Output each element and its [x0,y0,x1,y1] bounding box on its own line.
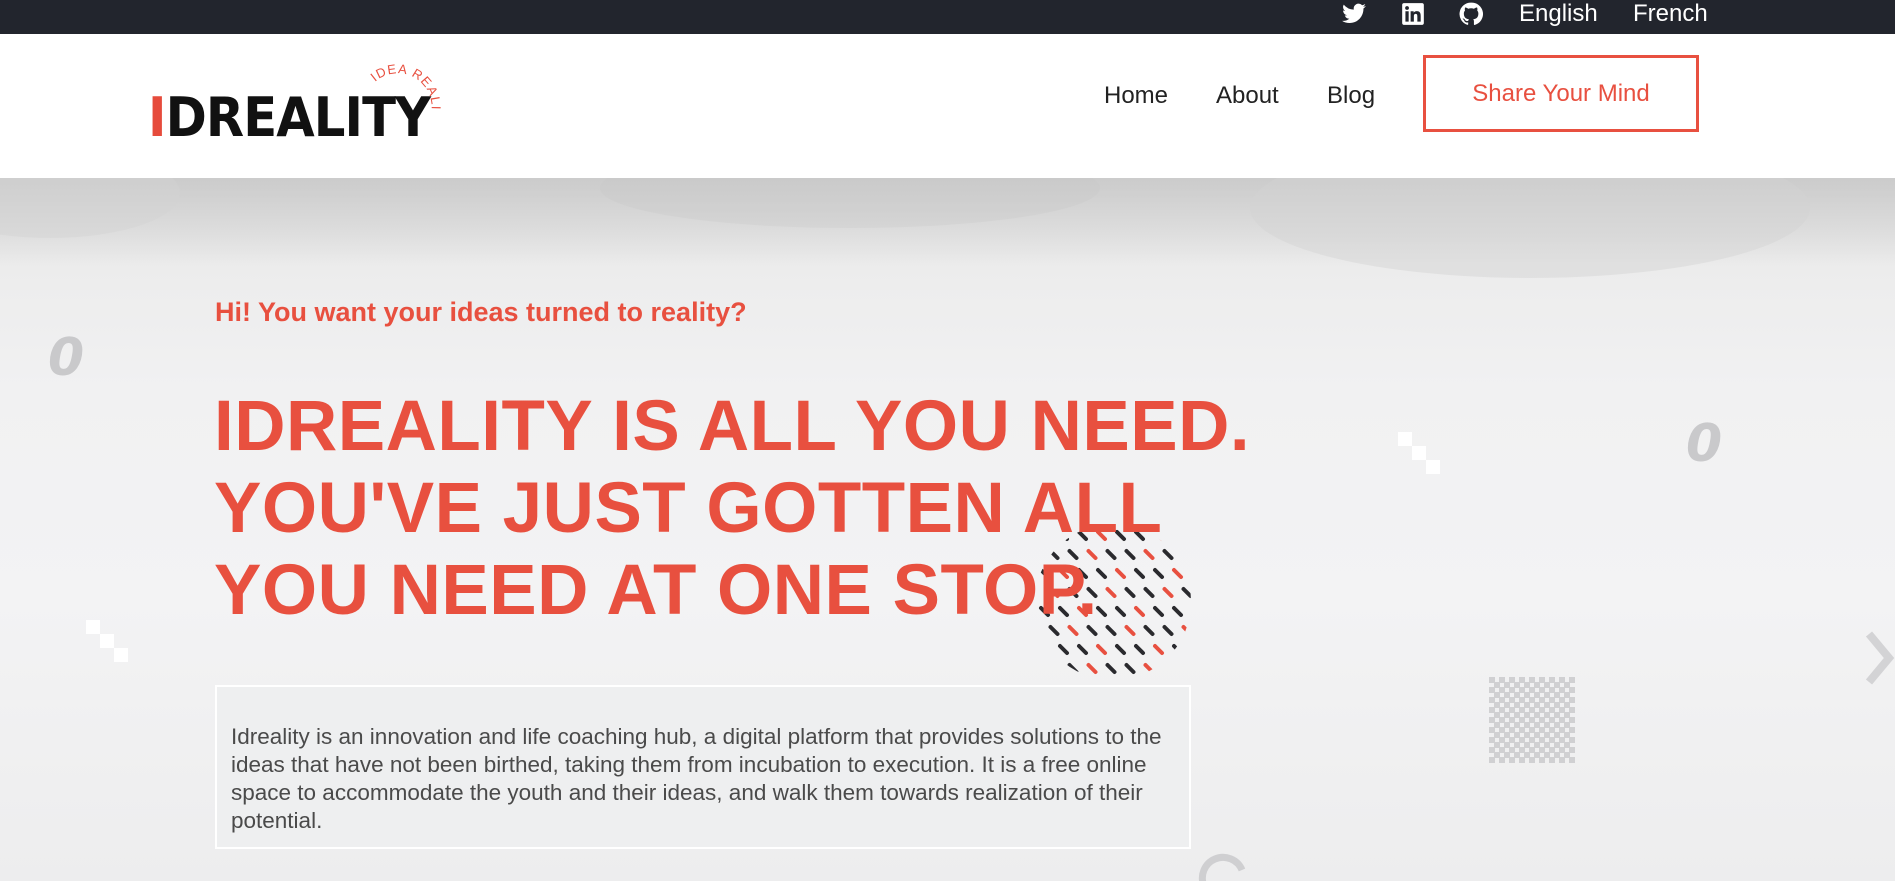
lang-english[interactable]: English [1519,0,1598,28]
top-bar: English French [0,0,1895,34]
linkedin-link[interactable] [1400,0,1426,28]
headline-line: YOU NEED AT ONE STOP. [214,551,1098,630]
pattern-square [1489,757,1495,763]
twitter-icon [1342,3,1366,23]
twitter-link[interactable] [1341,0,1367,28]
pattern-dash [1124,663,1136,674]
lang-french[interactable]: French [1633,0,1708,28]
pattern-dash [1048,663,1060,674]
logo-tagline: IDEA REALITY [363,52,443,111]
nav-home[interactable]: Home [1104,79,1168,113]
headline-line: YOU'VE JUST GOTTEN ALL [214,469,1163,548]
share-your-mind-button[interactable]: Share Your Mind [1423,55,1699,132]
pattern-square [1519,757,1525,763]
pattern-dash [1096,644,1107,655]
github-icon [1459,2,1484,25]
decorative-arc [1198,853,1246,881]
linkedin-icon [1402,3,1424,25]
nav-blog[interactable]: Blog [1327,79,1375,113]
pattern-dash [1153,644,1164,655]
decorative-diamond-grid [1489,677,1575,763]
nav-about[interactable]: About [1216,79,1279,113]
pattern-dash [1086,663,1098,674]
pattern-dash [1058,644,1069,655]
pattern-square [1529,757,1535,763]
pattern-square [1549,757,1555,763]
pattern-square [1559,757,1565,763]
logo-tagline-arc: IDEA REALITY [363,52,444,111]
logo[interactable]: IDREALITY IDEA REALITY [148,52,443,162]
pattern-dash [1134,644,1145,655]
headline-line: IDREALITY IS ALL YOU NEED. [214,387,1251,466]
pattern-dash [1115,644,1126,655]
decorative-zero-glyph: 0 [1686,414,1723,474]
pattern-dash [1077,644,1088,655]
pattern-square [1509,757,1515,763]
pattern-dash [1172,644,1183,655]
pattern-square [1499,757,1505,763]
pattern-square [1569,757,1575,763]
hero-eyebrow: Hi! You want your ideas turned to realit… [215,297,747,327]
site-header: IDREALITY IDEA REALITY Home About Blog S… [0,34,1895,178]
decorative-chevron [1865,631,1895,685]
pattern-dash [1181,663,1191,674]
pattern-square [1539,757,1545,763]
hero-description: Idreality is an innovation and life coac… [231,724,1162,833]
hero-description-box: Idreality is an innovation and life coac… [215,685,1191,849]
hero-headline: IDREALITY IS ALL YOU NEED. YOU'VE JUST G… [214,386,1250,632]
pattern-dash [1105,663,1117,674]
pattern-dash [1067,663,1079,674]
hero-section: 0 0 Hi! You want your ideas turned to re… [0,178,1895,881]
pattern-dash [1143,663,1155,674]
pattern-dash [1162,663,1174,674]
decorative-zero-glyph: 0 [48,328,85,388]
svg-text:IDEA REALITY: IDEA REALITY [363,52,444,111]
github-link[interactable] [1458,0,1484,28]
pattern-dash [1039,644,1050,655]
